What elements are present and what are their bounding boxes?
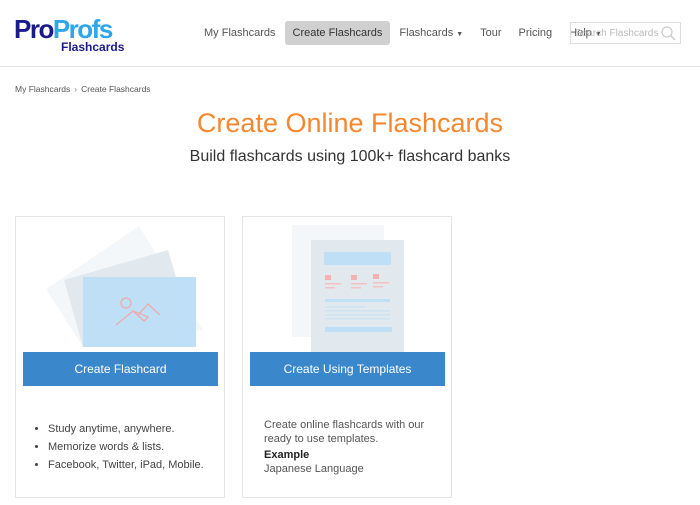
nav-label: Pricing: [518, 27, 553, 39]
breadcrumb-my-flashcards[interactable]: My Flashcards: [15, 84, 70, 94]
search-icon[interactable]: [660, 25, 676, 41]
create-flashcard-card: Create Flashcard Study anytime, anywhere…: [15, 216, 225, 498]
header: ProProfs Flashcards My Flashcards Create…: [0, 0, 700, 67]
templates-description: Create online flashcards with our ready …: [264, 418, 451, 476]
feature-list: Study anytime, anywhere. Memorize words …: [48, 420, 204, 474]
nav-label: Tour: [480, 27, 502, 39]
template-illustration: [292, 225, 404, 353]
search-placeholder: Search Flashcards: [575, 28, 659, 39]
page-title: Create Online Flashcards: [196, 108, 504, 138]
nav-my-flashcards[interactable]: My Flashcards: [196, 21, 284, 45]
flashcard-illustration: [46, 226, 203, 347]
chevron-right-icon: ›: [74, 84, 78, 94]
page-subtitle: Build flashcards using 100k+ flashcard b…: [189, 148, 511, 165]
create-using-templates-button[interactable]: Create Using Templates: [250, 352, 445, 386]
main-nav: My Flashcards Create Flashcards Flashcar…: [196, 21, 611, 45]
create-flashcard-button[interactable]: Create Flashcard: [23, 352, 218, 386]
example-label: Example: [264, 449, 310, 461]
nav-flashcards[interactable]: Flashcards ▼: [391, 21, 471, 45]
description-text: Create online flashcards with our ready …: [264, 419, 425, 445]
nav-pricing[interactable]: Pricing: [511, 21, 561, 45]
nav-label: My Flashcards: [204, 27, 276, 39]
list-item: Study anytime, anywhere.: [48, 420, 204, 438]
nav-tour[interactable]: Tour: [472, 21, 509, 45]
templates-card: Create Using Templates Create online fla…: [242, 216, 452, 498]
example-value[interactable]: Japanese Language: [264, 463, 364, 475]
breadcrumb: My Flashcards › Create Flashcards: [15, 84, 151, 94]
logo-sub: Flashcards: [61, 40, 125, 54]
list-item: Facebook, Twitter, iPad, Mobile.: [48, 456, 204, 474]
nav-label: Create Flashcards: [292, 27, 383, 39]
nav-create-flashcards[interactable]: Create Flashcards: [284, 21, 391, 45]
logo[interactable]: ProProfs Flashcards: [14, 14, 125, 54]
search-input[interactable]: Search Flashcards: [570, 22, 681, 44]
breadcrumb-current: Create Flashcards: [81, 84, 151, 94]
logo-pro: Pro: [14, 14, 54, 44]
list-item: Memorize words & lists.: [48, 438, 204, 456]
caret-down-icon: ▼: [456, 31, 464, 38]
nav-label: Flashcards: [399, 27, 454, 39]
